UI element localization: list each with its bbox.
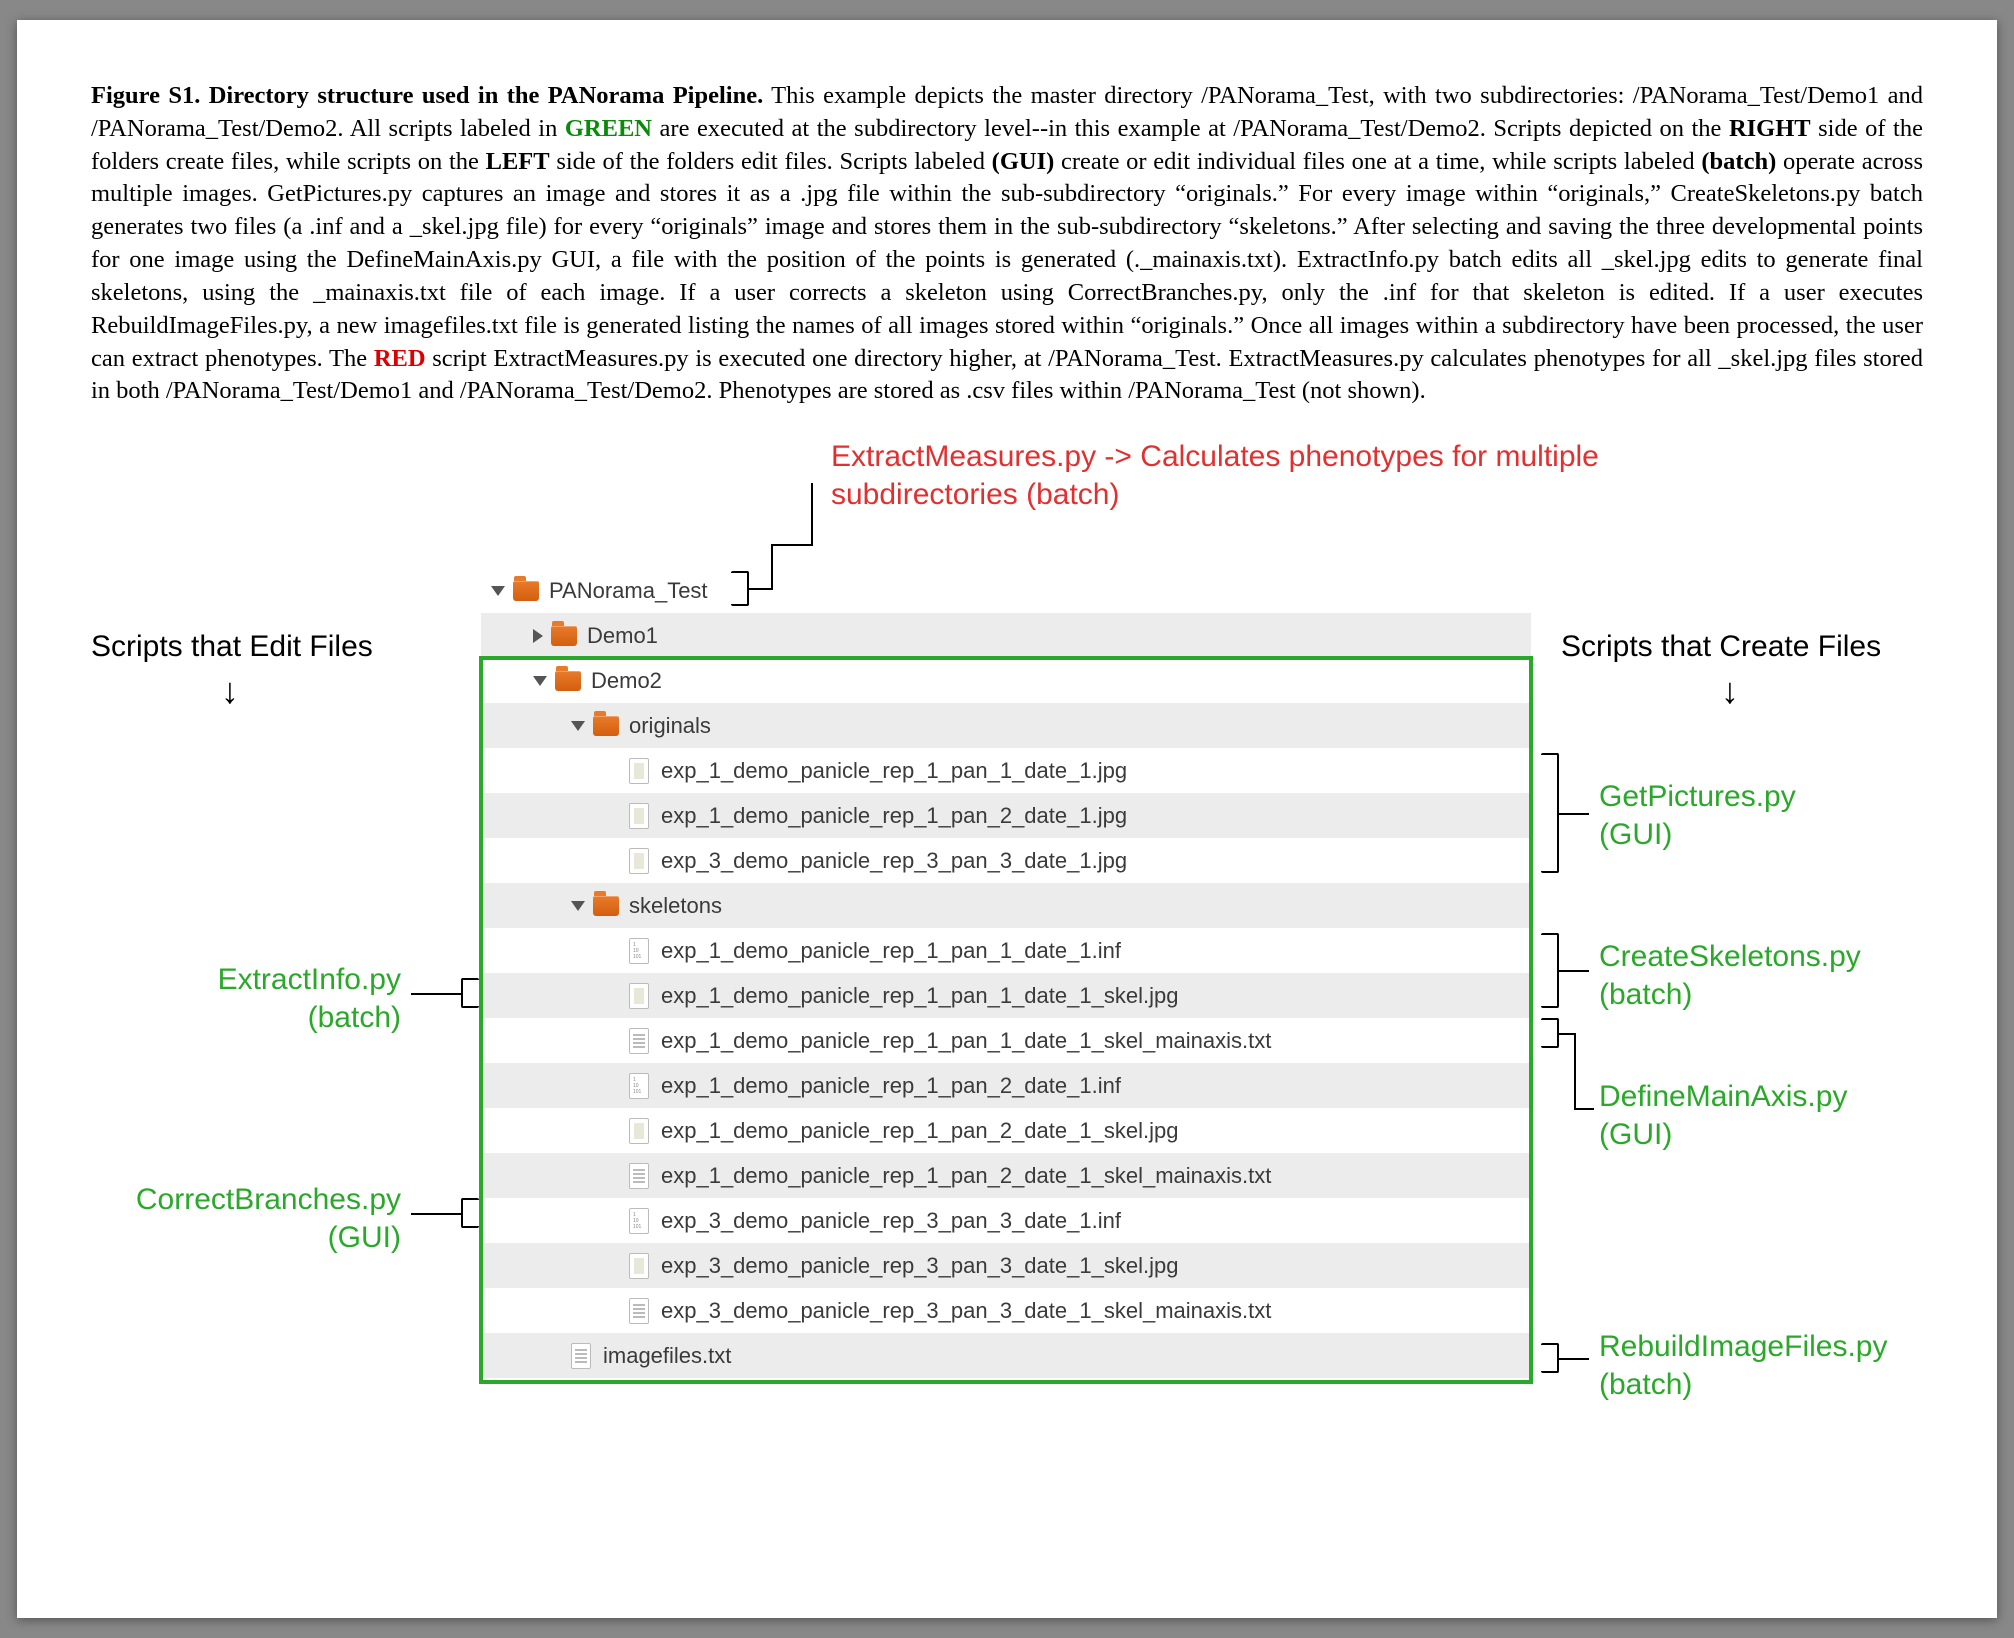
tree-label: imagefiles.txt bbox=[603, 1343, 731, 1369]
folder-icon bbox=[593, 716, 619, 736]
arrow-down-right-icon: ↓ bbox=[1721, 670, 1739, 712]
tree-label: Demo1 bbox=[587, 623, 658, 649]
tree-row-file[interactable]: exp_1_demo_panicle_rep_1_pan_2_date_1.in… bbox=[481, 1063, 1531, 1108]
tree-row-originals[interactable]: originals bbox=[481, 703, 1531, 748]
diagram-area: ExtractMeasures.py -> Calculates phenoty… bbox=[91, 438, 1923, 1578]
tree-row-file[interactable]: exp_1_demo_panicle_rep_1_pan_1_date_1.in… bbox=[481, 928, 1531, 973]
tree-row-file[interactable]: exp_3_demo_panicle_rep_3_pan_3_date_1_sk… bbox=[481, 1243, 1531, 1288]
extract-info-label: ExtractInfo.py(batch) bbox=[181, 961, 401, 1036]
tree-label: originals bbox=[629, 713, 711, 739]
tree-row-demo1[interactable]: Demo1 bbox=[481, 613, 1531, 658]
jpg-file-icon bbox=[629, 803, 649, 829]
arrow-down-left-icon: ↓ bbox=[221, 670, 239, 712]
tree-label: exp_1_demo_panicle_rep_1_pan_2_date_1.jp… bbox=[661, 803, 1127, 829]
txt-file-icon bbox=[629, 1028, 649, 1054]
inf-file-icon bbox=[629, 1073, 649, 1099]
tree-row-demo2[interactable]: Demo2 bbox=[481, 658, 1531, 703]
tree-label: skeletons bbox=[629, 893, 722, 919]
tree-label: exp_3_demo_panicle_rep_3_pan_3_date_1.jp… bbox=[661, 848, 1127, 874]
disclosure-closed-icon[interactable] bbox=[533, 629, 543, 643]
jpg-file-icon bbox=[629, 983, 649, 1009]
disclosure-open-icon[interactable] bbox=[491, 586, 505, 596]
tree-row-file[interactable]: exp_1_demo_panicle_rep_1_pan_2_date_1_sk… bbox=[481, 1153, 1531, 1198]
tree-row-file[interactable]: exp_1_demo_panicle_rep_1_pan_1_date_1_sk… bbox=[481, 973, 1531, 1018]
tree-row-file[interactable]: exp_1_demo_panicle_rep_1_pan_1_date_1.jp… bbox=[481, 748, 1531, 793]
jpg-file-icon bbox=[629, 1253, 649, 1279]
disclosure-open-icon[interactable] bbox=[533, 676, 547, 686]
tree-row-root[interactable]: PANorama_Test bbox=[481, 568, 1531, 613]
txt-file-icon bbox=[629, 1298, 649, 1324]
tree-label: Demo2 bbox=[591, 668, 662, 694]
red-word: RED bbox=[374, 345, 426, 372]
disclosure-open-icon[interactable] bbox=[571, 901, 585, 911]
txt-file-icon bbox=[571, 1343, 591, 1369]
tree-row-file[interactable]: exp_3_demo_panicle_rep_3_pan_3_date_1.jp… bbox=[481, 838, 1531, 883]
extract-measures-label: ExtractMeasures.py -> Calculates phenoty… bbox=[831, 438, 1721, 513]
inf-file-icon bbox=[629, 1208, 649, 1234]
get-pictures-label: GetPictures.py(GUI) bbox=[1599, 778, 1796, 853]
define-main-axis-label: DefineMainAxis.py(GUI) bbox=[1599, 1078, 1847, 1153]
tree-label: exp_1_demo_panicle_rep_1_pan_1_date_1_sk… bbox=[661, 1028, 1271, 1054]
tree-label: exp_1_demo_panicle_rep_1_pan_1_date_1.in… bbox=[661, 938, 1121, 964]
green-word: GREEN bbox=[565, 115, 652, 142]
figure-page: Figure S1. Directory structure used in t… bbox=[17, 20, 1997, 1618]
jpg-file-icon bbox=[629, 848, 649, 874]
tree-label: exp_1_demo_panicle_rep_1_pan_1_date_1_sk… bbox=[661, 983, 1178, 1009]
tree-label: exp_3_demo_panicle_rep_3_pan_3_date_1_sk… bbox=[661, 1253, 1178, 1279]
folder-icon bbox=[555, 671, 581, 691]
tree-row-file[interactable]: exp_1_demo_panicle_rep_1_pan_1_date_1_sk… bbox=[481, 1018, 1531, 1063]
jpg-file-icon bbox=[629, 758, 649, 784]
tree-row-skeletons[interactable]: skeletons bbox=[481, 883, 1531, 928]
tree-row-imagefiles[interactable]: imagefiles.txt bbox=[481, 1333, 1531, 1378]
tree-row-file[interactable]: exp_1_demo_panicle_rep_1_pan_2_date_1_sk… bbox=[481, 1108, 1531, 1153]
create-skeletons-label: CreateSkeletons.py(batch) bbox=[1599, 938, 1861, 1013]
tree-label: exp_1_demo_panicle_rep_1_pan_2_date_1_sk… bbox=[661, 1118, 1178, 1144]
figure-caption: Figure S1. Directory structure used in t… bbox=[91, 80, 1923, 408]
folder-icon bbox=[513, 581, 539, 601]
jpg-file-icon bbox=[629, 1118, 649, 1144]
txt-file-icon bbox=[629, 1163, 649, 1189]
tree-label: exp_1_demo_panicle_rep_1_pan_2_date_1.in… bbox=[661, 1073, 1121, 1099]
tree-label: exp_1_demo_panicle_rep_1_pan_2_date_1_sk… bbox=[661, 1163, 1271, 1189]
rebuild-image-files-label: RebuildImageFiles.py(batch) bbox=[1599, 1328, 1887, 1403]
tree-row-file[interactable]: exp_1_demo_panicle_rep_1_pan_2_date_1.jp… bbox=[481, 793, 1531, 838]
tree-label: exp_3_demo_panicle_rep_3_pan_3_date_1_sk… bbox=[661, 1298, 1271, 1324]
tree-row-file[interactable]: exp_3_demo_panicle_rep_3_pan_3_date_1_sk… bbox=[481, 1288, 1531, 1333]
inf-file-icon bbox=[629, 938, 649, 964]
tree-label: exp_3_demo_panicle_rep_3_pan_3_date_1.in… bbox=[661, 1208, 1121, 1234]
folder-icon bbox=[593, 896, 619, 916]
tree-row-file[interactable]: exp_3_demo_panicle_rep_3_pan_3_date_1.in… bbox=[481, 1198, 1531, 1243]
edit-header: Scripts that Edit Files bbox=[91, 628, 373, 666]
file-tree: PANorama_Test Demo1 Demo2 originals exp_… bbox=[481, 568, 1531, 1378]
correct-branches-label: CorrectBranches.py(GUI) bbox=[91, 1181, 401, 1256]
tree-label: exp_1_demo_panicle_rep_1_pan_1_date_1.jp… bbox=[661, 758, 1127, 784]
caption-title: Figure S1. Directory structure used in t… bbox=[91, 82, 763, 109]
create-header: Scripts that Create Files bbox=[1561, 628, 1881, 666]
tree-label: PANorama_Test bbox=[549, 578, 708, 604]
folder-icon bbox=[551, 626, 577, 646]
disclosure-open-icon[interactable] bbox=[571, 721, 585, 731]
